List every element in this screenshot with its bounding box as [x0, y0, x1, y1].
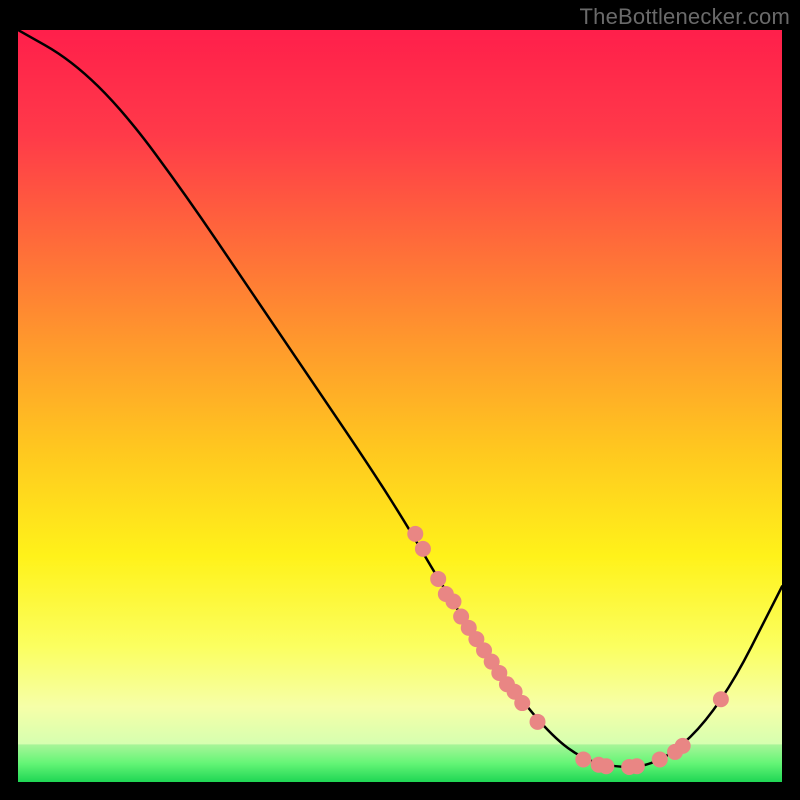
chart-container: TheBottlenecker.com: [0, 0, 800, 800]
data-marker: [652, 751, 668, 767]
data-marker: [713, 691, 729, 707]
data-marker: [675, 738, 691, 754]
data-marker: [530, 714, 546, 730]
watermark-text: TheBottlenecker.com: [580, 4, 790, 30]
data-marker: [430, 571, 446, 587]
data-marker: [629, 758, 645, 774]
plot-area: [18, 30, 782, 782]
data-marker: [445, 594, 461, 610]
data-marker: [598, 758, 614, 774]
chart-svg: [18, 30, 782, 782]
gradient-background: [18, 30, 782, 782]
data-marker: [514, 695, 530, 711]
data-marker: [415, 541, 431, 557]
data-marker: [575, 751, 591, 767]
data-marker: [407, 526, 423, 542]
